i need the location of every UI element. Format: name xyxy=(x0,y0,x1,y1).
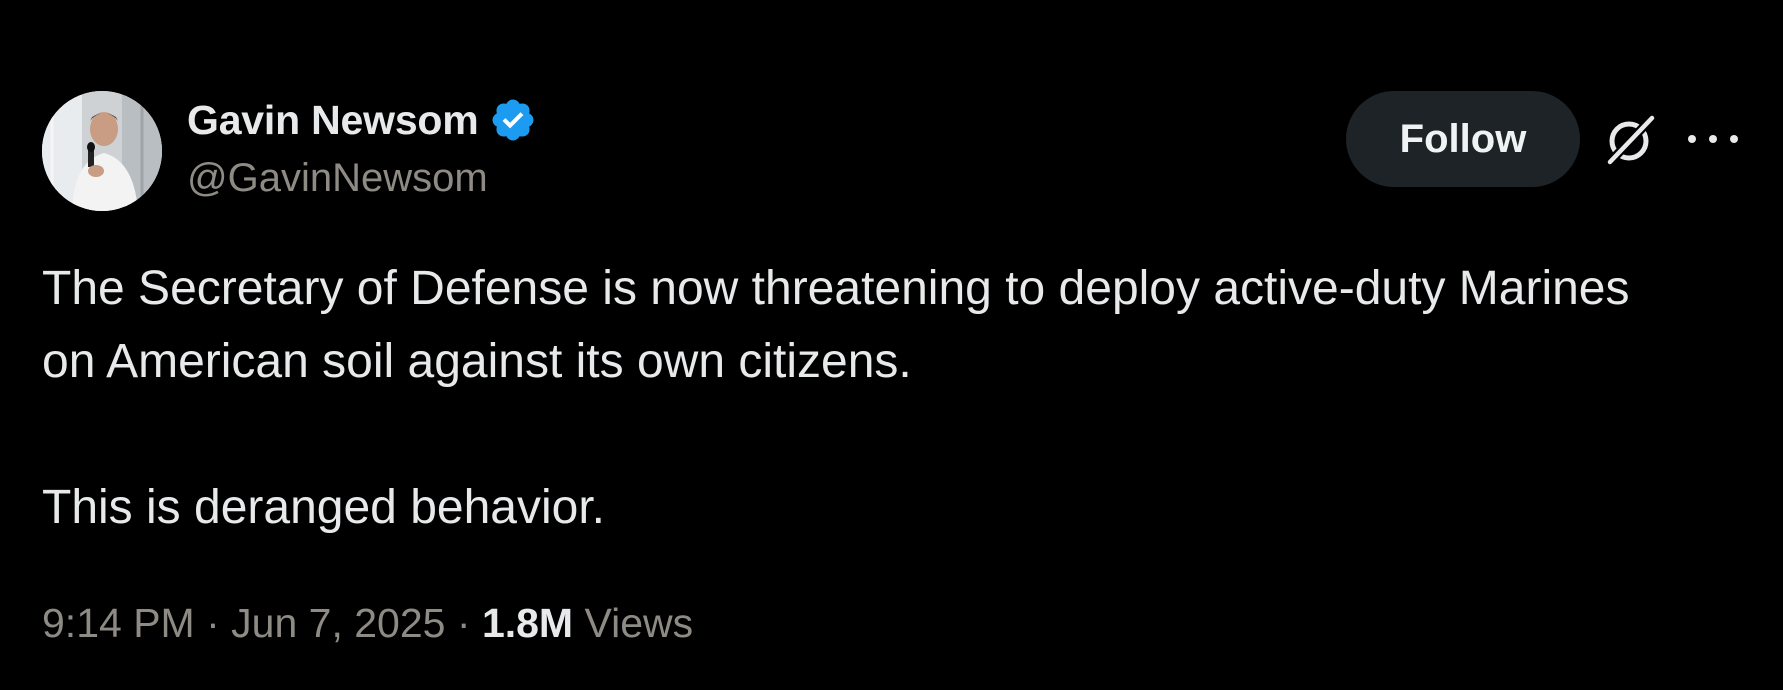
author-handle[interactable]: @GavinNewsom xyxy=(187,156,488,201)
tweet-time[interactable]: 9:14 PM xyxy=(42,600,195,646)
author-name-row: Gavin Newsom xyxy=(187,96,537,144)
more-dot-icon xyxy=(1688,135,1696,143)
meta-separator: · xyxy=(206,600,220,646)
verified-badge-icon[interactable] xyxy=(489,96,537,144)
more-dot-icon xyxy=(1730,135,1738,143)
views-label: Views xyxy=(584,600,694,646)
tweet-text-paragraph: The Secretary of Defense is now threaten… xyxy=(42,262,1630,388)
grok-icon[interactable] xyxy=(1602,112,1658,168)
follow-button[interactable]: Follow xyxy=(1346,91,1580,187)
tweet-text-paragraph: This is deranged behavior. xyxy=(42,481,606,534)
meta-separator: · xyxy=(456,600,471,646)
tweet-card: Gavin Newsom @GavinNewsom Follow The Sec… xyxy=(0,0,1783,690)
author-display-name[interactable]: Gavin Newsom xyxy=(187,97,479,144)
more-options-icon[interactable] xyxy=(1688,124,1738,154)
tweet-text: The Secretary of Defense is now threaten… xyxy=(42,252,1692,544)
tweet-meta: 9:14 PM · Jun 7, 2025 · 1.8M Views xyxy=(42,600,693,647)
avatar[interactable] xyxy=(42,91,162,211)
tweet-date[interactable]: Jun 7, 2025 xyxy=(231,600,445,646)
views-count: 1.8M xyxy=(481,600,574,646)
more-dot-icon xyxy=(1709,135,1717,143)
